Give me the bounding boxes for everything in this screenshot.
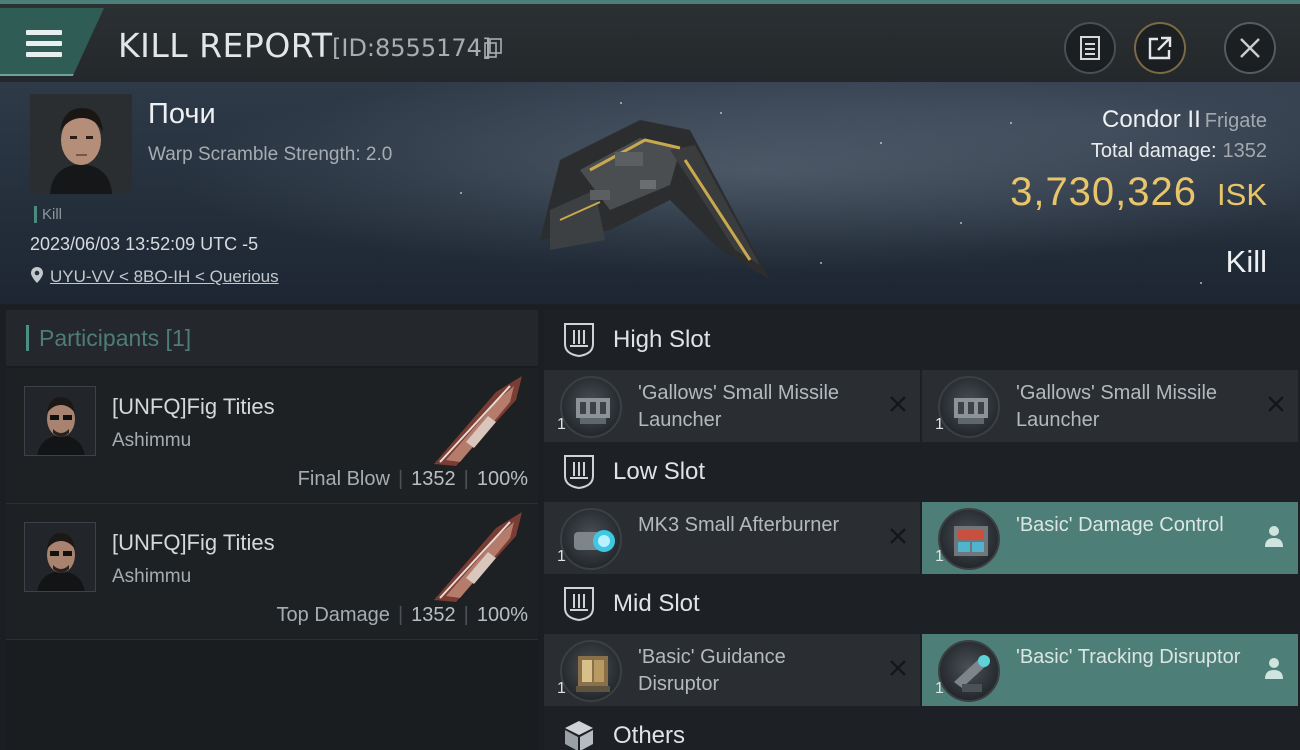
victim-name[interactable]: Почи xyxy=(148,98,216,131)
missile-launcher-icon xyxy=(938,376,1000,438)
hamburger-menu-icon xyxy=(26,30,62,57)
module-card[interactable]: 1 MK3 Small Afterburner xyxy=(544,502,920,574)
notes-icon xyxy=(1080,36,1100,60)
participant-name[interactable]: [UNFQ]Fig Tities xyxy=(112,394,275,420)
module-quantity: 1 xyxy=(935,548,944,565)
kill-location[interactable]: UYU-VV < 8BO-IH < Querious xyxy=(30,266,279,287)
close-icon xyxy=(1240,38,1260,58)
participant-percent: 100% xyxy=(476,604,528,626)
others-title: Others xyxy=(613,722,686,749)
total-damage-label: Total damage: xyxy=(1090,140,1217,162)
module-name: MK3 Small Afterburner xyxy=(638,514,840,536)
low-slot-icon xyxy=(564,455,594,490)
warp-scramble-strength: Warp Scramble Strength: 2.0 xyxy=(148,144,393,165)
low-slot-row: 1 MK3 Small Afterburner 1 'Basic' Damage… xyxy=(544,502,1300,574)
mid-slot-icon xyxy=(564,587,594,622)
participant-percent: 100% xyxy=(476,468,528,490)
kill-datetime: 2023/06/03 13:52:09 UTC -5 xyxy=(30,234,259,254)
afterburner-icon xyxy=(560,508,622,570)
high-slot-row: 1 'Gallows' Small Missile Launcher 1 'Ga… xyxy=(544,370,1300,442)
participant-corp: Ashimmu xyxy=(112,430,192,451)
fitting-panel: High Slot 1 'Gallows' Small Missile Laun… xyxy=(544,310,1300,750)
location-pin-icon xyxy=(31,267,43,283)
location-link[interactable]: UYU-VV < 8BO-IH < Querious xyxy=(50,267,279,286)
ship-name-label[interactable]: Condor II xyxy=(1102,106,1201,133)
module-name: 'Basic' Guidance Disruptor xyxy=(638,646,786,695)
isk-value: 3,730,326 ISK xyxy=(1010,170,1267,215)
participant-role: Top Damage xyxy=(276,604,390,626)
guidance-disruptor-icon xyxy=(560,640,622,702)
participant-stats: Top Damage | 1352 | 100% xyxy=(276,604,528,626)
module-name: 'Basic' Damage Control xyxy=(1016,514,1224,536)
total-damage: Total damage: 1352 xyxy=(1091,140,1267,163)
kill-tag: Kill xyxy=(34,206,62,223)
participants-panel: Participants [1] [UNFQ]Fig Tities Ashimm… xyxy=(6,310,538,750)
isk-amount: 3,730,326 xyxy=(1010,170,1198,214)
low-slot-title: Low Slot xyxy=(613,458,706,485)
participant-name[interactable]: [UNFQ]Fig Tities xyxy=(112,530,275,556)
module-name: 'Gallows' Small Missile Launcher xyxy=(638,382,840,431)
destroyed-icon xyxy=(890,528,906,544)
participant-corp: Ashimmu xyxy=(112,566,192,587)
destroyed-icon xyxy=(1268,396,1284,412)
isk-unit: ISK xyxy=(1217,177,1267,212)
module-card[interactable]: 1 'Gallows' Small Missile Launcher xyxy=(922,370,1298,442)
participant-role: Final Blow xyxy=(297,468,390,490)
destroyed-icon xyxy=(890,660,906,676)
others-header: Others xyxy=(544,706,1300,750)
person-icon xyxy=(1265,526,1283,547)
participant-row[interactable]: [UNFQ]Fig Tities Ashimmu Top Damage | 1352… xyxy=(6,504,538,640)
high-slot-icon xyxy=(564,323,594,358)
tracking-disruptor-icon xyxy=(938,640,1000,702)
share-icon xyxy=(1148,36,1172,60)
low-slot-header: Low Slot xyxy=(544,442,1300,502)
victim-ship-name: Condor II Frigate xyxy=(1102,106,1267,134)
cargo-box-icon xyxy=(565,721,593,750)
page-title: KILL REPORT xyxy=(118,26,333,65)
victim-portrait[interactable] xyxy=(30,94,132,194)
header-bar: KILL REPORT [ID:8555174] xyxy=(0,0,1300,82)
module-quantity: 1 xyxy=(557,548,566,565)
person-icon xyxy=(1265,658,1283,679)
participant-ship-image[interactable] xyxy=(426,508,528,606)
participants-title: Participants [1] xyxy=(26,325,192,351)
mid-slot-title: Mid Slot xyxy=(613,590,700,617)
close-button[interactable] xyxy=(1224,22,1276,74)
participant-stats: Final Blow | 1352 | 100% xyxy=(297,468,528,490)
mid-slot-header: Mid Slot xyxy=(544,574,1300,634)
participant-damage: 1352 xyxy=(411,468,456,490)
high-slot-title: High Slot xyxy=(613,326,711,353)
module-name: 'Gallows' Small Missile Launcher xyxy=(1016,382,1218,431)
module-name: 'Basic' Tracking Disruptor xyxy=(1016,646,1241,668)
condor-ship-image[interactable] xyxy=(520,90,790,290)
notes-button[interactable] xyxy=(1064,22,1116,74)
module-quantity: 1 xyxy=(935,680,944,697)
module-quantity: 1 xyxy=(935,416,944,433)
missile-launcher-icon xyxy=(560,376,622,438)
module-quantity: 1 xyxy=(557,680,566,697)
ship-class-label: Frigate xyxy=(1204,110,1267,132)
menu-button[interactable] xyxy=(0,8,104,76)
participants-header: Participants [1] xyxy=(6,310,538,366)
participant-damage: 1352 xyxy=(411,604,456,626)
total-damage-value: 1352 xyxy=(1222,140,1268,162)
victim-banner: Почи Warp Scramble Strength: 2.0 Kill 20… xyxy=(0,82,1300,304)
destroyed-icon xyxy=(890,396,906,412)
module-card[interactable]: 1 'Gallows' Small Missile Launcher xyxy=(544,370,920,442)
share-button[interactable] xyxy=(1134,22,1186,74)
module-card[interactable]: 1 'Basic' Tracking Disruptor xyxy=(922,634,1298,706)
module-card[interactable]: 1 'Basic' Damage Control xyxy=(922,502,1298,574)
participant-ship-image[interactable] xyxy=(426,372,528,470)
damage-control-icon xyxy=(938,508,1000,570)
kill-result: Kill xyxy=(1225,244,1267,279)
mid-slot-row: 1 'Basic' Guidance Disruptor 1 'Basic' T… xyxy=(544,634,1300,706)
participant-row[interactable]: [UNFQ]Fig Tities Ashimmu Final Blow | 1352… xyxy=(6,368,538,504)
participant-portrait[interactable] xyxy=(24,522,96,592)
report-id: [ID:8555174] xyxy=(332,34,492,62)
high-slot-header: High Slot xyxy=(544,310,1300,370)
copy-icon[interactable] xyxy=(484,38,502,58)
module-quantity: 1 xyxy=(557,416,566,433)
module-card[interactable]: 1 'Basic' Guidance Disruptor xyxy=(544,634,920,706)
participant-portrait[interactable] xyxy=(24,386,96,456)
